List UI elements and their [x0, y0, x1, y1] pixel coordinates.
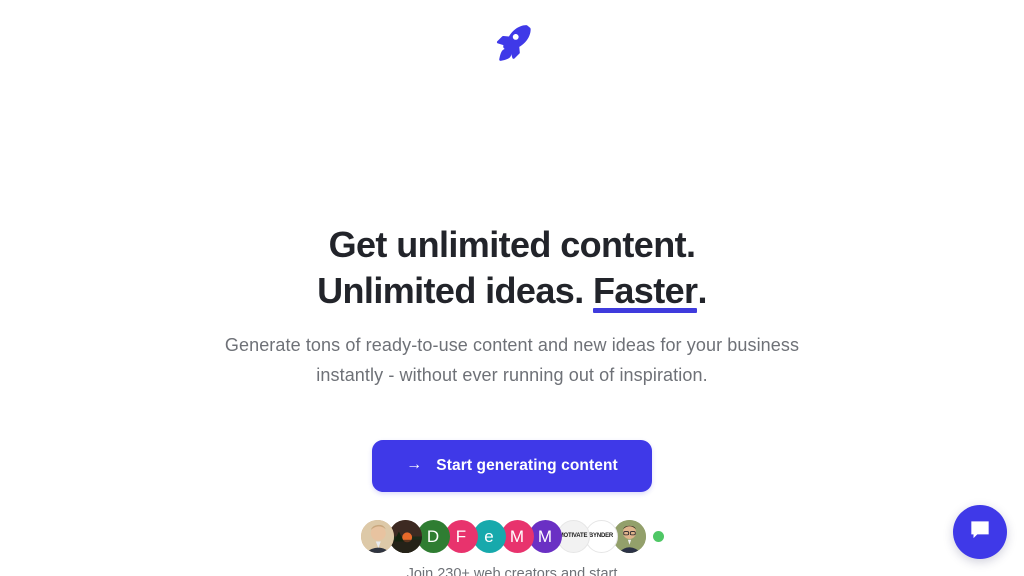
- subheading-line-2: instantly - without ever running out of …: [316, 365, 708, 385]
- avatar-initial: M: [509, 526, 525, 546]
- rocket-icon: [491, 21, 533, 63]
- headline-line-1: Get unlimited content.: [328, 224, 696, 265]
- avatar-initial: e: [484, 526, 494, 546]
- hero-section: Get unlimited content. Unlimited ideas. …: [0, 222, 1024, 390]
- headline-line-2-prefix: Unlimited ideas.: [317, 270, 593, 311]
- avatar-photo-man-1: [360, 519, 394, 553]
- avatar-group: D Fe M M MOTIVATE BYNDER: [360, 518, 664, 554]
- cta-label: Start generating content: [436, 457, 618, 474]
- brand-logo[interactable]: [0, 20, 1024, 64]
- hero-subheading: Generate tons of ready-to-use content an…: [0, 330, 1024, 390]
- avatar-logo-text: BYNDER: [588, 533, 614, 539]
- arrow-right-icon: →: [406, 456, 423, 473]
- landing-page: Get unlimited content. Unlimited ideas. …: [0, 0, 1024, 576]
- avatar-logo-text: MOTIVATE: [558, 533, 588, 539]
- social-proof: D Fe M M MOTIVATE BYNDER Join 230+ web creato…: [0, 518, 1024, 576]
- online-status-dot: [652, 530, 664, 542]
- avatar-initial: F: [455, 526, 467, 546]
- avatar-initial: D: [426, 526, 440, 546]
- chat-widget-button[interactable]: [953, 505, 1007, 559]
- social-proof-caption: Join 230+ web creators and start: [406, 566, 618, 576]
- headline-line-2: Unlimited ideas. Faster.: [0, 268, 1024, 314]
- cta-row: → Start generating content: [0, 440, 1024, 492]
- page-title: Get unlimited content. Unlimited ideas. …: [0, 222, 1024, 314]
- start-generating-content-button[interactable]: → Start generating content: [372, 440, 652, 492]
- avatar-initial: M: [537, 526, 553, 546]
- headline-accent-word: Faster: [593, 268, 698, 314]
- chat-bubble-icon: [967, 517, 993, 548]
- headline-line-2-suffix: .: [697, 270, 707, 311]
- subheading-line-1: Generate tons of ready-to-use content an…: [224, 335, 800, 355]
